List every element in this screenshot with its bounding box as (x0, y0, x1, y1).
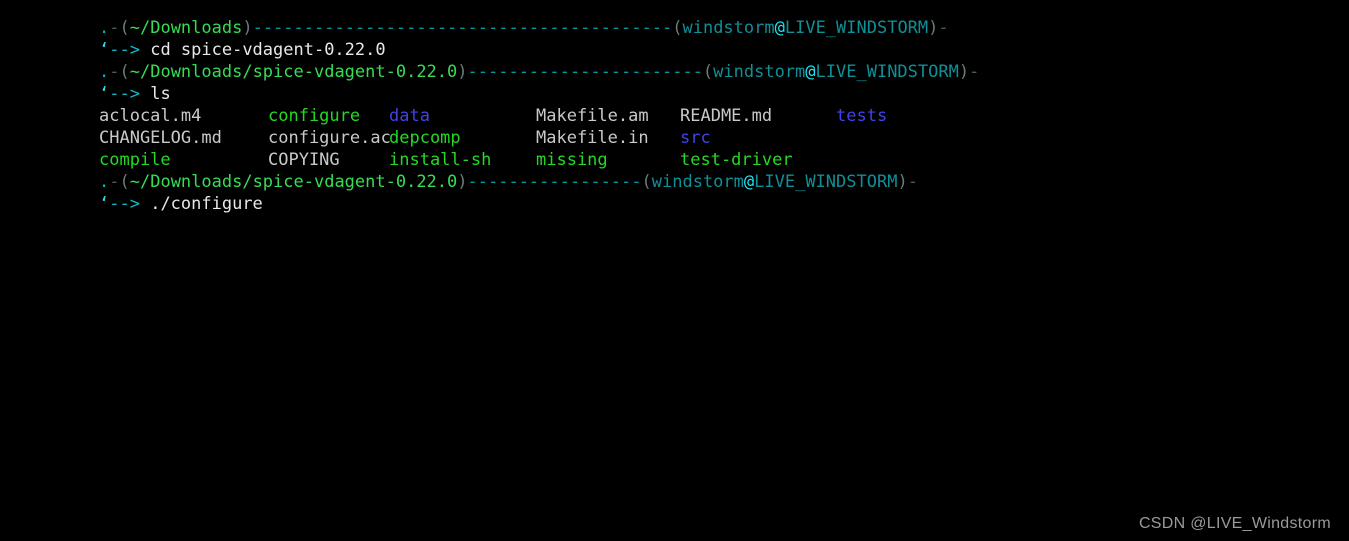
prompt-lead-dash-icon: - (109, 18, 120, 38)
command-text: ./configure (150, 194, 263, 214)
prompt-open-paren: ( (119, 172, 130, 192)
prompt-tail-dash-icon: - (969, 62, 980, 82)
ls-entry-file: COPYING (268, 150, 340, 170)
ls-entry-file: aclocal.m4 (99, 106, 202, 126)
prompt-open-paren: ( (119, 18, 130, 38)
prompt-path: ~/Downloads/spice-vdagent-0.22.0 (129, 172, 458, 192)
prompt-tick-icon: ‘ (99, 194, 110, 214)
prompt-open-paren: ( (702, 62, 714, 82)
prompt-separator: ----------------- (467, 172, 642, 192)
command-line[interactable]: ‘--> cd spice-vdagent-0.22.0 (99, 39, 1339, 61)
ls-entry-directory: src (680, 128, 711, 148)
terminal-window[interactable]: .-(~/Downloads)-------------------------… (0, 0, 1349, 541)
ls-entry-executable: depcomp (389, 128, 461, 148)
prompt-tick-icon: ‘ (99, 84, 110, 104)
prompt-close-paren: ) (457, 172, 468, 192)
ls-entry-file: configure.ac (268, 128, 391, 148)
prompt-close-paren: ) (242, 18, 253, 38)
prompt-tail-dash-icon: - (907, 172, 918, 192)
terminal-screen[interactable]: .-(~/Downloads)-------------------------… (99, 17, 1339, 215)
prompt-lead-dot-icon: . (99, 62, 110, 82)
ls-entry-executable: configure (268, 106, 361, 126)
ls-entry-executable: missing (536, 150, 608, 170)
prompt-path: ~/Downloads (129, 18, 243, 38)
prompt-at-symbol: @ (805, 62, 816, 82)
ls-entry-file: Makefile.am (536, 106, 649, 126)
prompt-separator: ----------------------- (467, 62, 703, 82)
prompt-hostname: LIVE_WINDSTORM (754, 172, 898, 192)
ls-entry-file: CHANGELOG.md (99, 128, 222, 148)
command-text: ls (150, 84, 171, 104)
prompt-separator: ----------------------------------------… (252, 18, 673, 38)
prompt-username: windstorm (682, 18, 775, 38)
prompt-open-paren: ( (641, 172, 652, 192)
ls-entry-executable: install-sh (389, 150, 492, 170)
ls-output-row: CHANGELOG.md configure.ac depcomp Makefile.… (99, 127, 1339, 149)
command-line[interactable]: ‘--> ./configure (99, 193, 1339, 215)
ls-entry-file: README.md (680, 106, 773, 126)
ls-entry-directory: data (389, 106, 430, 126)
prompt-lead-dot-icon: . (99, 18, 110, 38)
ls-output-row: compile COPYING install-sh missing test-driv… (99, 149, 1339, 171)
prompt-arrow-icon: --> (109, 194, 151, 214)
prompt-tail-dash-icon: - (938, 18, 949, 38)
prompt-username: windstorm (651, 172, 744, 192)
prompt-hostname: LIVE_WINDSTORM (815, 62, 959, 82)
prompt-hostname: LIVE_WINDSTORM (784, 18, 929, 38)
prompt-line: .-(~/Downloads/spice-vdagent-0.22.0)----… (99, 61, 1339, 83)
prompt-arrow-icon: --> (109, 84, 151, 104)
prompt-close-paren: ) (897, 172, 908, 192)
prompt-arrow-icon: --> (109, 40, 151, 60)
ls-entry-file: Makefile.in (536, 128, 649, 148)
prompt-open-paren: ( (119, 62, 130, 82)
command-line[interactable]: ‘--> ls (99, 83, 1339, 105)
prompt-line: .-(~/Downloads)-------------------------… (99, 17, 1339, 39)
prompt-tick-icon: ‘ (99, 40, 110, 60)
prompt-path: ~/Downloads/spice-vdagent-0.22.0 (129, 62, 458, 82)
ls-entry-executable: test-driver (680, 150, 793, 170)
ls-entry-directory: tests (836, 106, 888, 126)
prompt-username: windstorm (713, 62, 806, 82)
command-text: cd spice-vdagent-0.22.0 (150, 40, 386, 60)
prompt-line: .-(~/Downloads/spice-vdagent-0.22.0)----… (99, 171, 1339, 193)
prompt-at-symbol: @ (774, 18, 785, 38)
prompt-close-paren: ) (958, 62, 970, 82)
prompt-open-paren: ( (672, 18, 683, 38)
prompt-close-paren: ) (928, 18, 939, 38)
ls-output-row: aclocal.m4 configure data Makefile.am README… (99, 105, 1339, 127)
prompt-at-symbol: @ (743, 172, 755, 192)
prompt-close-paren: ) (457, 62, 468, 82)
prompt-lead-dash-icon: - (109, 62, 120, 82)
watermark-label: CSDN @LIVE_Windstorm (1138, 515, 1331, 532)
prompt-lead-dot-icon: . (99, 172, 110, 192)
prompt-lead-dash-icon: - (109, 172, 120, 192)
ls-entry-executable: compile (99, 150, 171, 170)
